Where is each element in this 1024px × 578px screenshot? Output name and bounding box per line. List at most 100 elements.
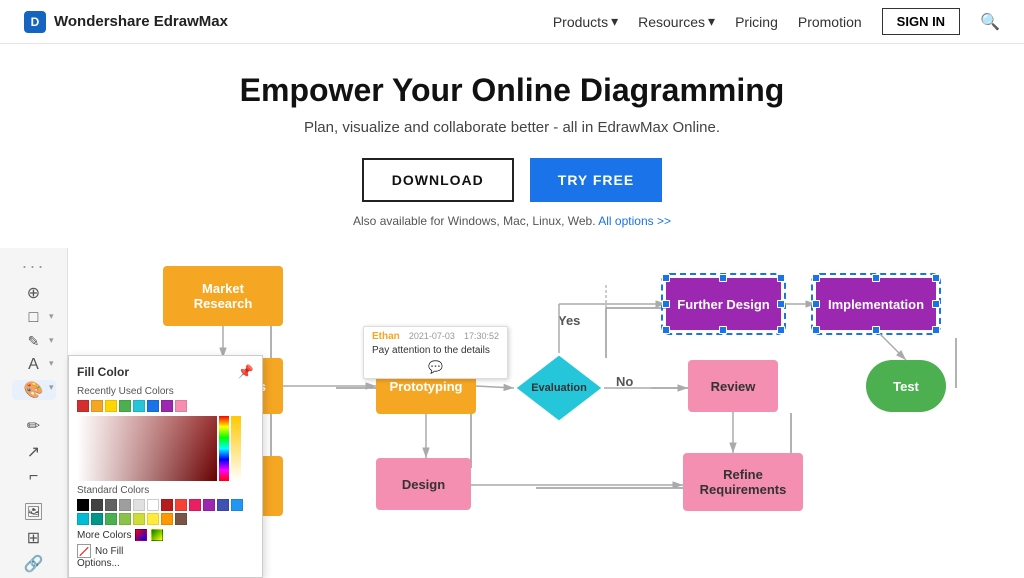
swatch-gray[interactable] (105, 499, 117, 511)
sign-in-button[interactable]: SIGN IN (882, 8, 960, 35)
svg-text:Evaluation: Evaluation (531, 382, 587, 394)
swatch-redpink[interactable] (189, 499, 201, 511)
resize-handle-tr[interactable] (777, 274, 785, 282)
test-node[interactable]: Test (866, 360, 946, 412)
impl-handle-tr[interactable] (932, 274, 940, 282)
alpha-slider[interactable] (231, 416, 241, 481)
try-free-button[interactable]: TRY FREE (530, 158, 662, 202)
evaluation-node[interactable]: Evaluation (514, 353, 604, 428)
no-fill-swatch (77, 544, 91, 558)
toolbar-shapes[interactable]: □▾ (12, 309, 56, 327)
swatch-black[interactable] (77, 499, 89, 511)
swatch-green[interactable] (105, 513, 117, 525)
color-swatch-red[interactable] (77, 400, 89, 412)
chevron-down-icon: ▾ (708, 13, 715, 30)
implementation-node[interactable]: Implementation (816, 278, 936, 330)
impl-handle-bm[interactable] (872, 326, 880, 334)
resize-handle-tl[interactable] (662, 274, 670, 282)
color-swatch-purple[interactable] (161, 400, 173, 412)
swatch-brown[interactable] (175, 513, 187, 525)
color-gradient-area[interactable] (77, 416, 217, 481)
more-colors-row[interactable]: More Colors (77, 529, 254, 541)
swatch-yellow[interactable] (147, 513, 159, 525)
market-research-node[interactable]: Market Research (163, 266, 283, 326)
tooltip-header: Ethan 2021-07-03 17:30:52 (372, 331, 499, 342)
swatch-indigo[interactable] (217, 499, 229, 511)
design-node[interactable]: Design (376, 458, 471, 510)
flowchart-tooltip: Ethan 2021-07-03 17:30:52 Pay attention … (363, 326, 508, 379)
hero-subtitle: Plan, visualize and collaborate better -… (20, 119, 1004, 136)
impl-handle-tm[interactable] (872, 274, 880, 282)
color-swatch-green[interactable] (119, 400, 131, 412)
options-link[interactable]: Options... (77, 558, 254, 569)
impl-handle-mr[interactable] (932, 300, 940, 308)
toolbar-pen[interactable]: ✎▾ (12, 333, 56, 350)
download-button[interactable]: DOWNLOAD (362, 158, 514, 202)
impl-handle-bl[interactable] (812, 326, 820, 334)
resize-handle-tm[interactable] (719, 274, 727, 282)
toolbar-arrow[interactable]: ↗ (12, 442, 56, 462)
toolbar-cursor[interactable]: ⊕ (12, 283, 56, 303)
toolbar-fill[interactable]: 🎨▾ (12, 380, 56, 400)
toolbar-text[interactable]: A▾ (12, 356, 56, 374)
no-fill-option[interactable]: No Fill (77, 544, 254, 558)
toolbar-line[interactable]: ✏ (12, 416, 56, 436)
review-node[interactable]: Review (688, 360, 778, 412)
nav-resources[interactable]: Resources ▾ (638, 13, 715, 30)
toolbar-link[interactable]: 🔗 (12, 554, 56, 574)
hero-title: Empower Your Online Diagramming (20, 72, 1004, 109)
toolbar-dots: ··· (22, 256, 46, 277)
nav-promotion[interactable]: Promotion (798, 14, 862, 30)
color-swatch-teal[interactable] (133, 400, 145, 412)
resize-handle-bl[interactable] (662, 326, 670, 334)
color-swatch-pink[interactable] (175, 400, 187, 412)
tooltip-text: Pay attention to the details (372, 345, 499, 356)
swatch-orange[interactable] (161, 513, 173, 525)
toolbar-table[interactable]: ⊞ (12, 528, 56, 548)
further-design-wrapper: Further Design (666, 278, 781, 330)
standard-colors-label: Standard Colors (77, 485, 254, 496)
hero-buttons: DOWNLOAD TRY FREE (20, 158, 1004, 202)
nav-products[interactable]: Products ▾ (553, 13, 618, 30)
swatch-red[interactable] (175, 499, 187, 511)
swatch-blue[interactable] (231, 499, 243, 511)
all-options-link[interactable]: All options >> (598, 214, 671, 228)
swatch-white[interactable] (147, 499, 159, 511)
swatch-lightgreen[interactable] (119, 513, 131, 525)
tooltip-user: Ethan (372, 331, 400, 342)
panel-pin-icon[interactable]: 📌 (238, 364, 254, 380)
swatch-purple[interactable] (203, 499, 215, 511)
swatch-teal[interactable] (91, 513, 103, 525)
toolbar-connector[interactable]: ⌐ (12, 468, 56, 486)
swatch-cyan[interactable] (77, 513, 89, 525)
color-swatch-blue[interactable] (147, 400, 159, 412)
swatch-lightgray[interactable] (133, 499, 145, 511)
resize-handle-mr[interactable] (777, 300, 785, 308)
hero-availability: Also available for Windows, Mac, Linux, … (20, 214, 1004, 228)
more-colors-swatch-2[interactable] (151, 529, 163, 541)
impl-handle-br[interactable] (932, 326, 940, 334)
further-design-node[interactable]: Further Design (666, 278, 781, 330)
no-label: No (616, 374, 633, 389)
swatch-darkgray[interactable] (91, 499, 103, 511)
nav-pricing[interactable]: Pricing (735, 14, 778, 30)
swatch-medgray[interactable] (119, 499, 131, 511)
tooltip-date: 2021-07-03 (409, 331, 455, 342)
impl-handle-ml[interactable] (812, 300, 820, 308)
swatch-lime[interactable] (133, 513, 145, 525)
refine-requirements-node[interactable]: Refine Requirements (683, 453, 803, 511)
toolbar-image[interactable]: 🖼 (12, 502, 56, 522)
search-icon[interactable]: 🔍 (980, 12, 1000, 32)
fill-color-panel: Fill Color 📌 Recently Used Colors Standa… (68, 355, 263, 578)
recently-used-label: Recently Used Colors (77, 386, 254, 397)
color-swatch-yellow[interactable] (105, 400, 117, 412)
resize-handle-br[interactable] (777, 326, 785, 334)
color-swatch-orange[interactable] (91, 400, 103, 412)
hue-slider[interactable] (219, 416, 229, 481)
resize-handle-bm[interactable] (719, 326, 727, 334)
resize-handle-ml[interactable] (662, 300, 670, 308)
impl-handle-tl[interactable] (812, 274, 820, 282)
swatch-darkred[interactable] (161, 499, 173, 511)
more-colors-swatch[interactable] (135, 529, 147, 541)
tooltip-chat-icon: 💬 (428, 360, 443, 374)
